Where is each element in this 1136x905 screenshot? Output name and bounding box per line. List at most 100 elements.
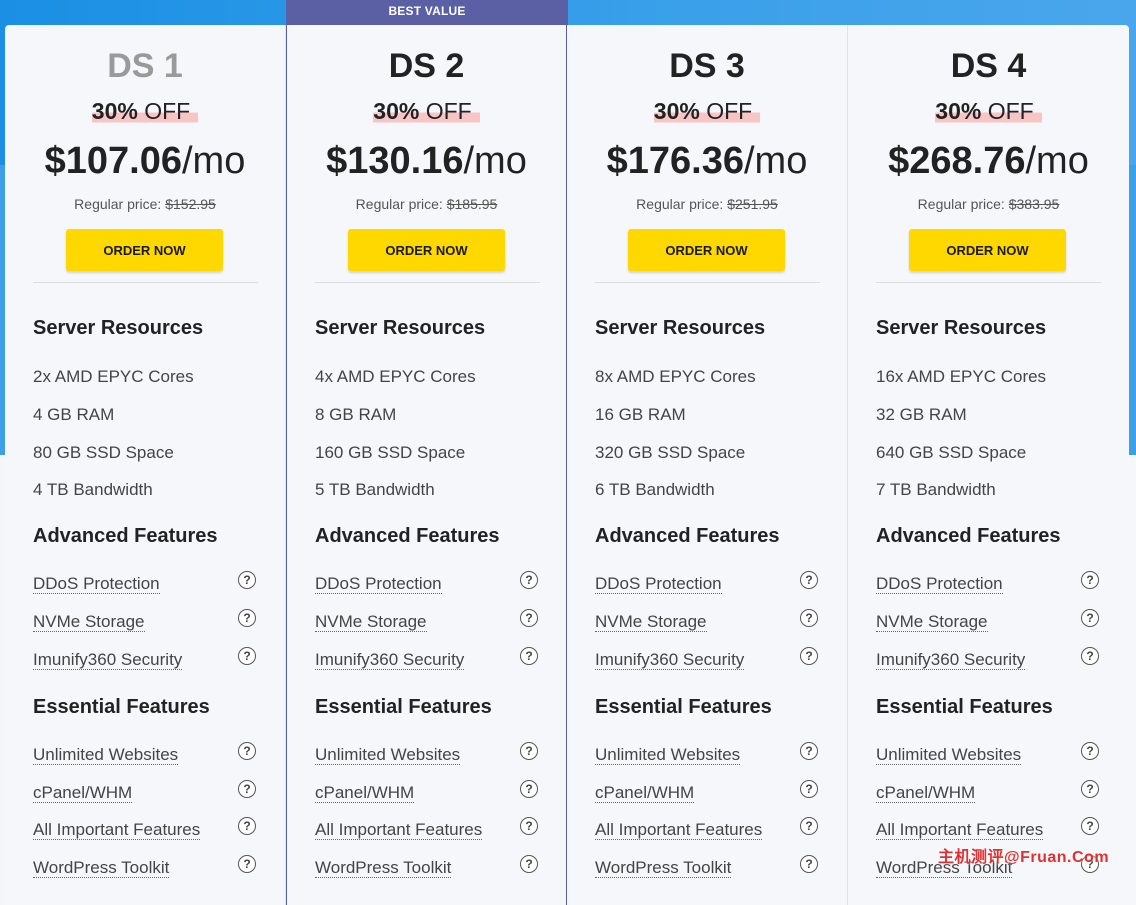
discount-percent: 30% [91,98,138,124]
feature-unlimited-websites[interactable]: Unlimited Websites [876,745,1022,765]
feature-wordpress-toolkit[interactable]: WordPress Toolkit [595,858,732,878]
section-title-resources: Server Resources [33,317,204,339]
help-icon[interactable]: ? [238,609,256,627]
feature-cpanel-whm[interactable]: cPanel/WHM [315,783,415,803]
price-period: /mo [1025,140,1089,182]
section-title-essential: Essential Features [315,696,492,718]
spec-bandwidth: 4 TB Bandwidth [33,480,153,499]
help-icon[interactable]: ? [800,647,818,665]
plan-name: DS 1 [107,47,183,85]
help-icon[interactable]: ? [520,817,538,835]
discount-label: 30% OFF [567,98,847,125]
help-icon[interactable]: ? [1081,571,1099,589]
price-amount: $268.76 [888,140,1026,182]
divider [595,282,820,283]
regular-price-label: Regular price: [74,196,162,212]
feature-ddos-protection[interactable]: DDoS Protection [876,574,1003,594]
feature-wordpress-toolkit[interactable]: WordPress Toolkit [33,858,170,878]
feature-imunify360[interactable]: Imunify360 Security [876,650,1026,670]
spec-bandwidth: 5 TB Bandwidth [315,480,435,499]
feature-cpanel-whm[interactable]: cPanel/WHM [876,783,976,803]
feature-ddos-protection[interactable]: DDoS Protection [595,574,722,594]
feature-imunify360[interactable]: Imunify360 Security [33,650,183,670]
feature-nvme-storage[interactable]: NVMe Storage [315,612,427,632]
help-icon[interactable]: ? [1081,647,1099,665]
regular-price-label: Regular price: [917,196,1005,212]
price-period: /mo [744,140,808,182]
help-icon[interactable]: ? [1081,742,1099,760]
section-title-essential: Essential Features [595,696,772,718]
discount-off: OFF [144,98,191,124]
help-icon[interactable]: ? [520,609,538,627]
help-icon[interactable]: ? [238,855,256,873]
help-icon[interactable]: ? [800,855,818,873]
help-icon[interactable]: ? [520,742,538,760]
help-icon[interactable]: ? [520,647,538,665]
help-icon[interactable]: ? [520,855,538,873]
price-amount: $176.36 [606,140,744,182]
help-icon[interactable]: ? [1081,817,1099,835]
feature-nvme-storage[interactable]: NVMe Storage [595,612,707,632]
feature-nvme-storage[interactable]: NVMe Storage [33,612,145,632]
help-icon[interactable]: ? [800,609,818,627]
feature-imunify360[interactable]: Imunify360 Security [315,650,465,670]
help-icon[interactable]: ? [238,571,256,589]
order-now-button[interactable]: ORDER NOW [66,229,223,271]
discount-off: OFF [706,98,753,124]
regular-price: Regular price: $251.95 [567,196,847,212]
spec-ssd: 320 GB SSD Space [595,443,746,462]
feature-all-important[interactable]: All Important Features [315,820,483,840]
divider [876,282,1101,283]
section-title-essential: Essential Features [876,696,1053,718]
feature-all-important[interactable]: All Important Features [595,820,763,840]
section-title-advanced: Advanced Features [315,525,500,547]
feature-ddos-protection[interactable]: DDoS Protection [315,574,442,594]
spec-cores: 16x AMD EPYC Cores [876,367,1047,386]
regular-price: Regular price: $383.95 [848,196,1129,212]
feature-nvme-storage[interactable]: NVMe Storage [876,612,988,632]
plan-card-ds2: BEST VALUE DS 2 30% OFF $130.16/mo Regul… [286,0,568,905]
order-now-button[interactable]: ORDER NOW [909,229,1066,271]
plan-card-ds4: DS 4 30% OFF $268.76/mo Regular price: $… [848,25,1129,905]
price-period: /mo [463,140,527,182]
regular-price-label: Regular price: [636,196,724,212]
feature-ddos-protection[interactable]: DDoS Protection [33,574,160,594]
plan-card-ds3: DS 3 30% OFF $176.36/mo Regular price: $… [567,25,848,905]
help-icon[interactable]: ? [520,571,538,589]
feature-wordpress-toolkit[interactable]: WordPress Toolkit [315,858,452,878]
help-icon[interactable]: ? [800,780,818,798]
section-title-essential: Essential Features [33,696,210,718]
discount-label: 30% OFF [848,98,1129,125]
help-icon[interactable]: ? [1081,609,1099,627]
section-title-advanced: Advanced Features [876,525,1061,547]
feature-imunify360[interactable]: Imunify360 Security [595,650,745,670]
spec-ram: 4 GB RAM [33,405,115,424]
help-icon[interactable]: ? [800,742,818,760]
help-icon[interactable]: ? [1081,780,1099,798]
spec-ssd: 160 GB SSD Space [315,443,466,462]
order-now-button[interactable]: ORDER NOW [348,229,505,271]
feature-unlimited-websites[interactable]: Unlimited Websites [595,745,741,765]
regular-price-value: $185.95 [446,196,498,212]
feature-cpanel-whm[interactable]: cPanel/WHM [595,783,695,803]
help-icon[interactable]: ? [520,780,538,798]
feature-unlimited-websites[interactable]: Unlimited Websites [33,745,179,765]
help-icon[interactable]: ? [238,817,256,835]
feature-all-important[interactable]: All Important Features [876,820,1044,840]
help-icon[interactable]: ? [800,817,818,835]
order-now-button[interactable]: ORDER NOW [628,229,785,271]
pricing-table: DS 1 30% OFF $107.06/mo Regular price: $… [5,0,1131,905]
help-icon[interactable]: ? [238,742,256,760]
help-icon[interactable]: ? [238,780,256,798]
feature-cpanel-whm[interactable]: cPanel/WHM [33,783,133,803]
section-title-resources: Server Resources [595,317,766,339]
plan-name: DS 2 [388,47,465,85]
discount-percent: 30% [935,98,982,124]
section-title-resources: Server Resources [315,317,486,339]
feature-unlimited-websites[interactable]: Unlimited Websites [315,745,461,765]
best-value-ribbon: BEST VALUE [286,0,568,25]
feature-all-important[interactable]: All Important Features [33,820,201,840]
spec-bandwidth: 7 TB Bandwidth [876,480,996,499]
help-icon[interactable]: ? [800,571,818,589]
help-icon[interactable]: ? [238,647,256,665]
